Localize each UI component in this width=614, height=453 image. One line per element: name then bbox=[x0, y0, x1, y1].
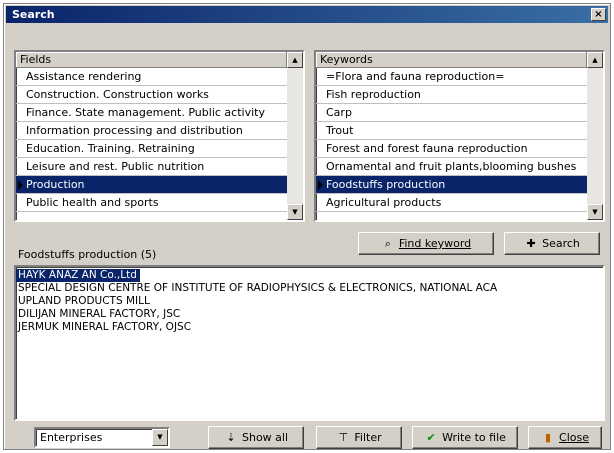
results-caption: Foodstuffs production (5) bbox=[18, 248, 157, 261]
results-list[interactable]: HAYK ANAZ AN Co.,Ltd SPECIAL DESIGN CENTR… bbox=[14, 265, 605, 421]
keywords-scrollbar[interactable]: ▲ ▼ bbox=[587, 52, 603, 220]
search-icon: ✚ bbox=[526, 236, 536, 250]
show-all-button[interactable]: ⇣ Show all bbox=[208, 426, 304, 449]
fields-list[interactable]: Fields Assistance rendering Construction.… bbox=[14, 50, 305, 222]
scroll-up-icon[interactable]: ▲ bbox=[287, 52, 303, 68]
keywords-list-item[interactable]: =Flora and fauna reproduction= bbox=[316, 68, 587, 86]
find-icon: ⌕ bbox=[384, 236, 391, 250]
title-bar: Search × bbox=[6, 6, 608, 23]
fields-list-item[interactable]: Construction. Construction works bbox=[16, 86, 287, 104]
result-item[interactable]: JERMUK MINERAL FACTORY, OJSC bbox=[16, 321, 603, 334]
fields-scrollbar[interactable]: ▲ ▼ bbox=[287, 52, 303, 220]
find-keyword-button[interactable]: ⌕ Find keyword bbox=[358, 232, 494, 255]
keywords-list-item[interactable]: Carp bbox=[316, 104, 587, 122]
result-item[interactable]: UPLAND PRODUCTS MILL bbox=[16, 295, 603, 308]
fields-list-item[interactable]: Finance. State management. Public activi… bbox=[16, 104, 287, 122]
keywords-list-item[interactable]: Forest and forest fauna reproduction bbox=[316, 140, 587, 158]
type-select[interactable]: Enterprises ▼ bbox=[34, 427, 170, 448]
close-button[interactable]: ▮ Close bbox=[528, 426, 602, 449]
door-icon: ▮ bbox=[544, 430, 552, 444]
show-all-label: Show all bbox=[241, 431, 289, 444]
close-window-button[interactable]: × bbox=[591, 8, 606, 21]
keywords-list-item[interactable]: Fish reproduction bbox=[316, 86, 587, 104]
chevron-down-icon[interactable]: ▼ bbox=[152, 429, 168, 446]
scroll-down-icon[interactable]: ▼ bbox=[587, 204, 603, 220]
search-button[interactable]: ✚ Search bbox=[504, 232, 600, 255]
result-item[interactable]: DILIJAN MINERAL FACTORY, JSC bbox=[16, 308, 603, 321]
fields-list-item[interactable]: Information processing and distribution bbox=[16, 122, 287, 140]
keywords-list-item[interactable]: Trout bbox=[316, 122, 587, 140]
keywords-list-item[interactable]: Agricultural products bbox=[316, 194, 587, 212]
scroll-up-icon[interactable]: ▲ bbox=[587, 52, 603, 68]
scroll-down-icon[interactable]: ▼ bbox=[287, 204, 303, 220]
fields-list-item[interactable]: Leisure and rest. Public nutrition bbox=[16, 158, 287, 176]
close-label: Close bbox=[559, 431, 589, 444]
result-item[interactable]: SPECIAL DESIGN CENTRE OF INSTITUTE OF RA… bbox=[16, 282, 603, 295]
keywords-header[interactable]: Keywords bbox=[316, 52, 587, 68]
show-all-icon: ⇣ bbox=[226, 430, 236, 444]
write-to-file-label: Write to file bbox=[442, 431, 506, 444]
window-title: Search bbox=[12, 8, 55, 21]
fields-header[interactable]: Fields bbox=[16, 52, 287, 68]
fields-list-item[interactable]: Public health and sports bbox=[16, 194, 287, 212]
result-item[interactable]: HAYK ANAZ AN Co.,Ltd bbox=[16, 269, 140, 282]
keywords-list-item[interactable]: Ornamental and fruit plants,blooming bus… bbox=[316, 158, 587, 176]
keywords-list[interactable]: Keywords =Flora and fauna reproduction= … bbox=[314, 50, 605, 222]
type-select-value: Enterprises bbox=[40, 431, 103, 444]
fields-list-item[interactable]: Production bbox=[16, 176, 287, 194]
fields-list-item[interactable]: Education. Training. Retraining bbox=[16, 140, 287, 158]
search-label: Search bbox=[542, 237, 580, 250]
filter-button[interactable]: ⊤ Filter bbox=[316, 426, 402, 449]
write-to-file-button[interactable]: ✔ Write to file bbox=[412, 426, 518, 449]
keywords-list-item[interactable]: Foodstuffs production bbox=[316, 176, 587, 194]
search-dialog: Search × Fields Assistance rendering Cons… bbox=[3, 3, 611, 450]
checkmark-icon: ✔ bbox=[426, 430, 436, 444]
filter-icon: ⊤ bbox=[338, 430, 349, 444]
filter-label: Filter bbox=[354, 431, 382, 444]
fields-list-item[interactable]: Assistance rendering bbox=[16, 68, 287, 86]
find-keyword-label: Find keyword bbox=[398, 237, 472, 250]
